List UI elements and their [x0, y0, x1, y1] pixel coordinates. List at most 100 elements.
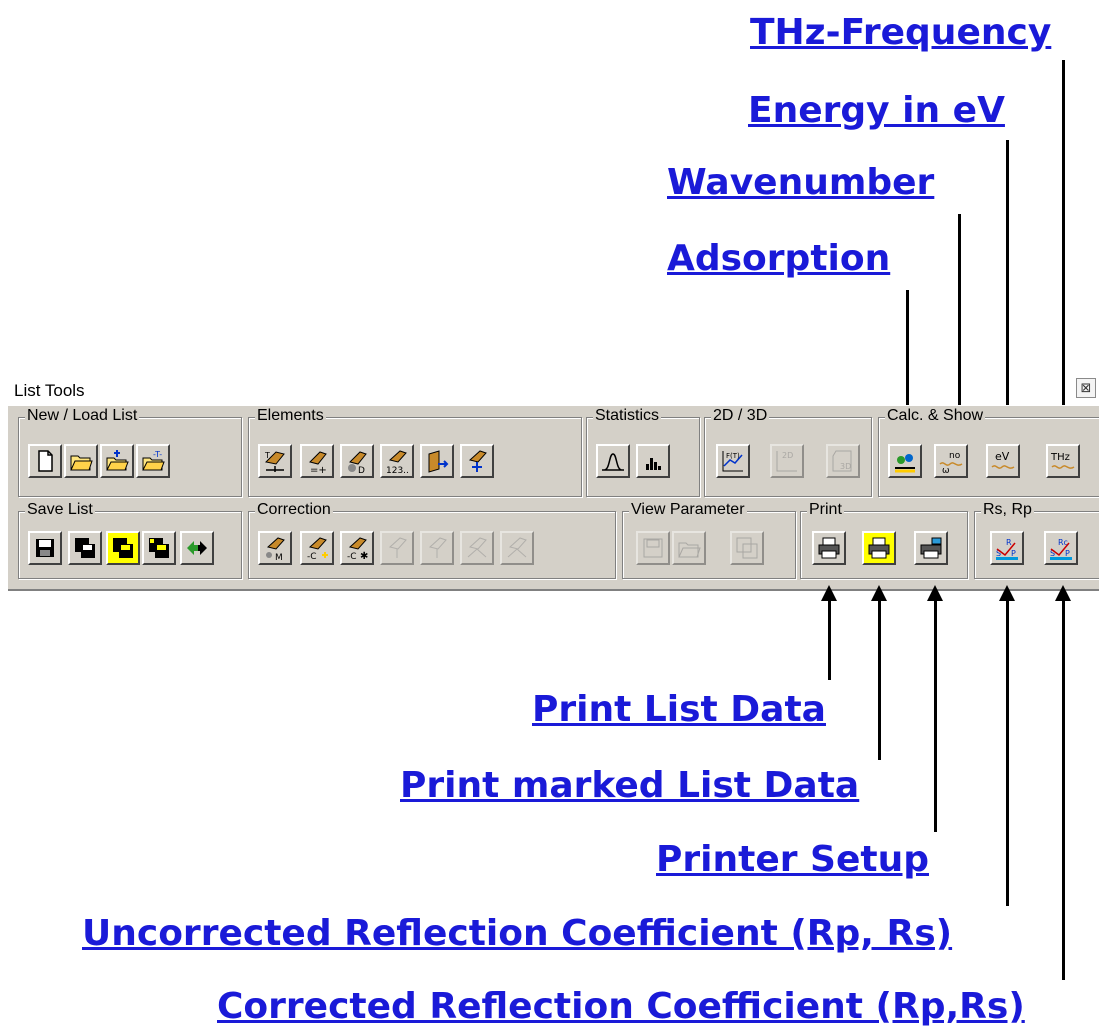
hand-t-marker-icon: T [264, 451, 285, 472]
new-document-icon [38, 450, 53, 472]
view-parameter-multi-button[interactable] [730, 531, 764, 565]
floppy-stack-marked-icon [113, 538, 133, 558]
hand-split-icon [468, 450, 487, 472]
callout-adsorption: Adsorption [667, 238, 891, 279]
group-label: Calc. & Show [885, 407, 986, 425]
new-list-button[interactable] [28, 444, 62, 478]
distribution-curve-icon [602, 453, 624, 471]
corrected-reflection-button[interactable]: Rc S P [1044, 531, 1078, 565]
printer-setup-icon [920, 537, 942, 559]
save-marked-highlight-button[interactable] [142, 531, 176, 565]
hand-m-icon: M [266, 537, 285, 561]
callout-print-marked-list-data: Print marked List Data [400, 765, 860, 806]
energy-ev-button[interactable]: eV [986, 444, 1020, 478]
element-add-button[interactable]: =+ [300, 444, 334, 478]
uncorrected-reflection-icon: RS P [996, 538, 1018, 560]
group-label: Statistics [593, 407, 662, 425]
connector-printer-setup [934, 600, 937, 832]
correction-disabled-3-button[interactable] [460, 531, 494, 565]
callout-energy-in-ev: Energy in eV [748, 90, 1005, 131]
floppy-stack-icon [736, 537, 758, 559]
wavenumber-icon: no ω [939, 451, 963, 474]
callout-thz-frequency: THz-Frequency [750, 12, 1052, 53]
callout-wavenumber: Wavenumber [667, 162, 935, 203]
add-list-button[interactable] [100, 444, 134, 478]
correction-m-button[interactable]: M [258, 531, 292, 565]
callout-print-list-data: Print List Data [532, 689, 826, 730]
group-label: Rs, Rp [981, 501, 1034, 519]
load-t-list-button[interactable]: -T- [136, 444, 170, 478]
statistics-normal-button[interactable] [596, 444, 630, 478]
save-list-button[interactable] [28, 531, 62, 565]
hand-disabled-icon [388, 537, 407, 558]
element-d-button[interactable]: D [340, 444, 374, 478]
element-export-button[interactable] [420, 444, 454, 478]
open-folder-t-icon: -T- [142, 450, 165, 471]
printer-setup-button[interactable] [914, 531, 948, 565]
hand-c-plus-icon: -C [307, 537, 328, 561]
print-marked-list-data-button[interactable] [862, 531, 896, 565]
energy-ev-icon: eV [991, 450, 1015, 469]
open-folder-icon [678, 542, 701, 558]
correction-disabled-4-button[interactable] [500, 531, 534, 565]
printer-icon [818, 537, 840, 559]
group-label: Elements [255, 407, 326, 425]
function-plot-icon: F(T) [722, 451, 743, 472]
window-title: List Tools [14, 381, 85, 400]
wavenumber-button[interactable]: no ω [934, 444, 968, 478]
element-123-button[interactable]: 123.. [380, 444, 414, 478]
hand-d-icon: D [348, 451, 367, 474]
corrected-reflection-icon: RcS P [1050, 538, 1072, 560]
hand-disabled-icon [467, 537, 487, 558]
close-icon[interactable]: ⊠ [1076, 378, 1096, 398]
correction-disabled-1-button[interactable] [380, 531, 414, 565]
adsorption-button[interactable] [888, 444, 922, 478]
svg-text:no: no [949, 451, 961, 461]
arrow-uncorrected [999, 585, 1015, 601]
svg-text:R: R [1006, 538, 1012, 547]
plot-2d-button[interactable]: 2D [770, 444, 804, 478]
save-multi-button[interactable] [68, 531, 102, 565]
thz-frequency-icon: THz [1050, 452, 1075, 469]
group-label: Print [807, 501, 844, 519]
correction-disabled-2-button[interactable] [420, 531, 454, 565]
arrow-print-marked [871, 585, 887, 601]
arrow-printer-setup [927, 585, 943, 601]
callout-printer-setup: Printer Setup [656, 839, 929, 880]
floppy-stack-icon [75, 538, 95, 558]
uncorrected-reflection-button[interactable]: RSP [990, 531, 1024, 565]
callout-uncorrected-reflection: Uncorrected Reflection Coefficient (Rp, … [82, 913, 953, 954]
open-folder-icon [70, 455, 93, 471]
group-label: View Parameter [629, 501, 747, 519]
element-split-button[interactable] [460, 444, 494, 478]
thz-frequency-button[interactable]: THz [1046, 444, 1080, 478]
svg-text:P: P [1011, 549, 1016, 558]
save-marked-button[interactable] [106, 531, 140, 565]
callout-corrected-reflection: Corrected Reflection Coefficient (Rp,Rs) [217, 986, 1025, 1027]
floppy-stack-yellow-icon [149, 538, 169, 558]
view-parameter-save-button[interactable] [636, 531, 670, 565]
floppy-disk-icon [36, 539, 54, 557]
correction-c-plus-button[interactable]: -C [300, 531, 334, 565]
hand-c-star-icon: -C ✱ [347, 537, 368, 561]
view-parameter-open-button[interactable] [672, 531, 706, 565]
connector-print-list [828, 600, 831, 680]
connector-print-marked [878, 600, 881, 760]
plot-3d-button[interactable]: 3D [826, 444, 860, 478]
statistics-histogram-button[interactable] [636, 444, 670, 478]
connector-corrected [1062, 600, 1065, 980]
plot-2d-icon: 2D [776, 451, 797, 472]
group-label: Save List [25, 501, 95, 519]
transfer-list-button[interactable] [180, 531, 214, 565]
element-t-button[interactable]: T [258, 444, 292, 478]
svg-text:ω: ω [942, 466, 950, 474]
open-list-button[interactable] [64, 444, 98, 478]
correction-c-star-button[interactable]: -C ✱ [340, 531, 374, 565]
plot-function-button[interactable]: F(T) [716, 444, 750, 478]
group-elements: Elements [248, 407, 582, 497]
print-list-data-button[interactable] [812, 531, 846, 565]
svg-text:123..: 123.. [386, 466, 409, 474]
svg-text:3D: 3D [840, 462, 851, 471]
svg-text:-T-: -T- [153, 450, 162, 459]
hand-plus-icon: =+ [309, 451, 327, 474]
